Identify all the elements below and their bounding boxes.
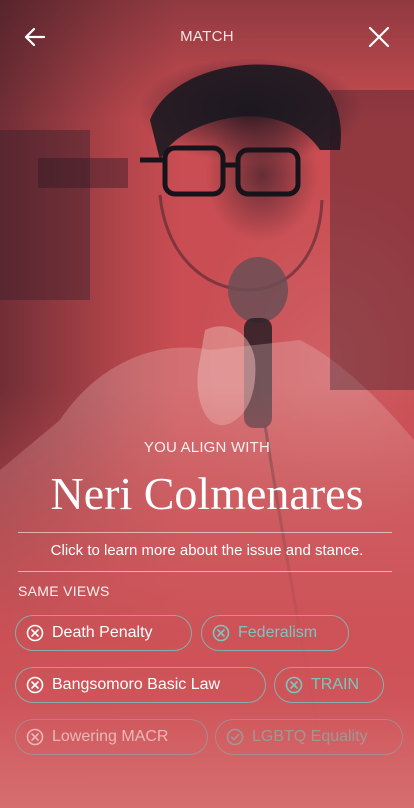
close-button[interactable] <box>364 22 394 52</box>
check-circle-icon <box>226 728 244 746</box>
chip-label: Lowering MACR <box>52 728 169 745</box>
divider <box>18 571 392 572</box>
divider <box>18 532 392 533</box>
x-circle-icon <box>285 676 303 694</box>
issue-chip-bangsomoro-basic-law[interactable]: Bangsomoro Basic Law <box>15 667 266 703</box>
chip-label: LGBTQ Equality <box>252 728 368 745</box>
chip-label: Federalism <box>238 624 318 641</box>
x-circle-icon <box>26 624 44 642</box>
issue-chip-lgbtq-equality[interactable]: LGBTQ Equality <box>215 719 403 755</box>
x-circle-icon <box>26 676 44 694</box>
match-screen: MATCH YOU ALIGN WITH Neri Colmenares Cli… <box>0 0 414 808</box>
chip-label: Bangsomoro Basic Law <box>52 676 221 693</box>
chip-label: Death Penalty <box>52 624 153 641</box>
learn-more-link[interactable]: Click to learn more about the issue and … <box>0 542 414 559</box>
issue-chip-death-penalty[interactable]: Death Penalty <box>15 615 192 651</box>
issue-chip-lowering-macr[interactable]: Lowering MACR <box>15 719 208 755</box>
issue-chip-federalism[interactable]: Federalism <box>201 615 349 651</box>
x-circle-icon <box>26 728 44 746</box>
candidate-name[interactable]: Neri Colmenares <box>0 466 414 522</box>
chip-label: TRAIN <box>311 676 359 693</box>
screen-title: MATCH <box>180 28 234 45</box>
align-label: YOU ALIGN WITH <box>143 439 271 456</box>
header-bar: MATCH <box>0 0 414 72</box>
same-views-label: SAME VIEWS <box>18 583 110 599</box>
close-icon <box>368 26 390 48</box>
issue-chip-train[interactable]: TRAIN <box>274 667 384 703</box>
x-circle-icon <box>212 624 230 642</box>
